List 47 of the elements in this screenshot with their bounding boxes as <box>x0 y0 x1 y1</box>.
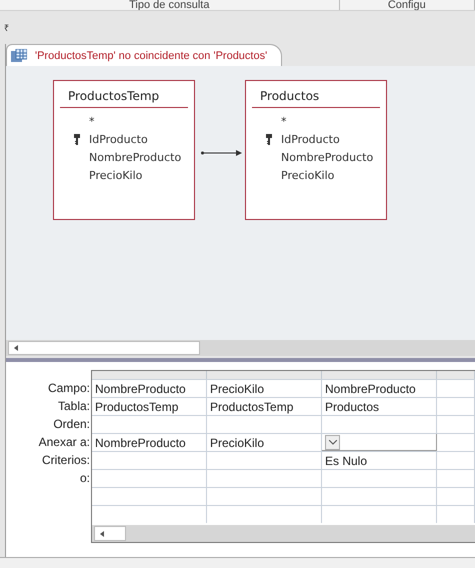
table-name: ProductosTemp <box>60 89 188 108</box>
table-field-list[interactable]: ProductosTemp * IdProducto NombreProducto PrecioKilo <box>53 80 195 220</box>
scrollbar-thumb[interactable] <box>94 526 126 541</box>
grid-cell[interactable]: ProductosTemp <box>92 398 207 415</box>
ribbon-group-label: Tipo de consulta <box>0 0 340 10</box>
field-name[interactable]: PrecioKilo <box>89 168 142 182</box>
grid-cell[interactable]: NombreProducto <box>92 434 207 451</box>
field-name[interactable]: NombreProducto <box>89 150 182 164</box>
dropdown-button[interactable] <box>325 434 340 450</box>
field-name[interactable]: PrecioKilo <box>281 168 334 182</box>
ribbon-group-label: Configu <box>340 0 475 10</box>
table-field-list[interactable]: Productos * IdProducto NombreProducto PrecioKilo <box>245 80 387 220</box>
column-selector[interactable] <box>437 371 475 379</box>
grid-cell[interactable]: Productos <box>322 398 437 415</box>
join-arrow <box>201 150 242 156</box>
grid-cell[interactable]: NombreProducto <box>322 380 437 397</box>
grid-cell[interactable]: Es Nulo <box>322 452 437 469</box>
key-icon <box>266 134 272 144</box>
grid-cell[interactable]: ProductosTemp <box>207 398 322 415</box>
field-name[interactable]: * <box>89 114 94 128</box>
column-selector[interactable] <box>207 371 322 379</box>
grid-cell[interactable]: PrecioKilo <box>207 434 322 451</box>
scroll-left-icon[interactable] <box>14 345 18 351</box>
query-icon <box>11 48 27 62</box>
tab-title: 'ProductosTemp' no coincidente con 'Productos' <box>35 50 268 62</box>
field-name[interactable]: IdProducto <box>89 132 148 146</box>
column-selector[interactable] <box>92 371 207 379</box>
grid-cell[interactable] <box>322 434 437 451</box>
field-name[interactable]: IdProducto <box>281 132 340 146</box>
row-label: Campo: <box>46 380 90 397</box>
document-tab[interactable]: 'ProductosTemp' no coincidente con 'Productos' <box>6 44 282 66</box>
customize-toolbar-glyph[interactable]: ₹ <box>4 21 9 34</box>
grid-cell[interactable]: PrecioKilo <box>207 380 322 397</box>
row-label: Anexar a: <box>38 434 90 451</box>
field-name[interactable]: * <box>281 114 286 128</box>
row-label: Criterios: <box>40 452 90 469</box>
key-icon <box>74 134 80 144</box>
row-label: Orden: <box>52 416 90 433</box>
chevron-icon <box>328 440 336 444</box>
field-name[interactable]: NombreProducto <box>281 150 374 164</box>
table-name: Productos <box>252 89 380 108</box>
scroll-left-icon[interactable] <box>100 530 104 536</box>
scrollbar-thumb[interactable] <box>8 341 200 355</box>
row-label: Tabla: <box>56 398 90 415</box>
column-selector[interactable] <box>322 371 437 379</box>
row-label: o: <box>78 470 90 487</box>
grid-cell[interactable]: NombreProducto <box>92 380 207 397</box>
